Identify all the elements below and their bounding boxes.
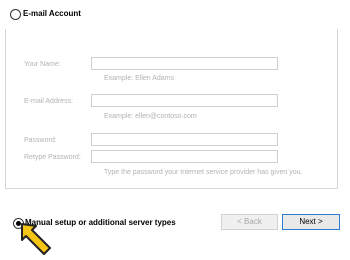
password-field[interactable] — [91, 133, 278, 146]
email-account-group — [5, 29, 338, 189]
your-name-hint: Example: Ellen Adams — [104, 75, 175, 82]
back-button[interactable]: < Back — [221, 214, 278, 230]
email-address-hint: Example: ellen@contoso.com — [104, 113, 197, 120]
your-name-field[interactable] — [91, 57, 278, 70]
email-address-label: E-mail Address: — [24, 98, 74, 105]
pointer-arrow-icon — [21, 223, 51, 255]
next-button[interactable]: Next > — [282, 214, 340, 230]
email-address-field[interactable] — [91, 94, 278, 107]
email-account-label[interactable]: E-mail Account — [23, 9, 81, 19]
email-account-radio[interactable] — [10, 9, 21, 20]
your-name-label: Your Name: — [24, 61, 61, 68]
retype-password-hint: Type the password your Internet service … — [104, 169, 303, 176]
retype-password-field[interactable] — [91, 150, 278, 163]
password-label: Password: — [24, 137, 57, 144]
retype-password-label: Retype Password: — [24, 154, 81, 161]
